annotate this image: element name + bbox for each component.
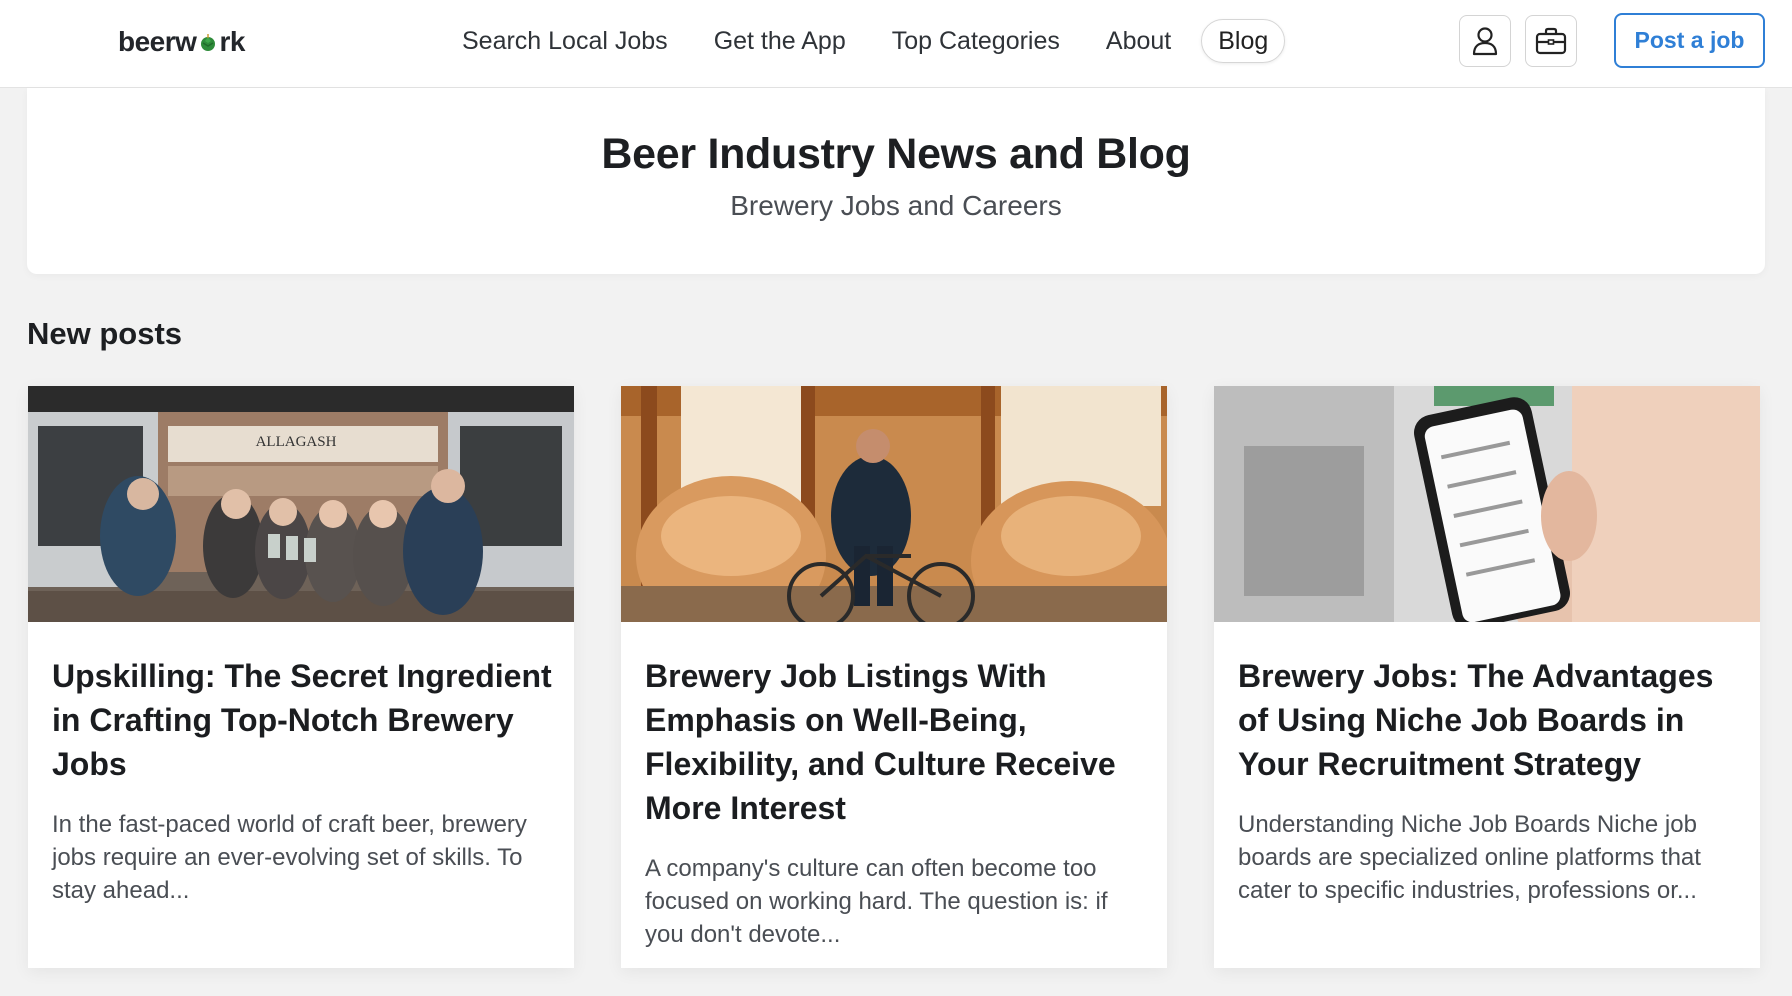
- nav-about[interactable]: About: [1106, 18, 1171, 64]
- blog-hero: Beer Industry News and Blog Brewery Jobs…: [27, 88, 1765, 274]
- account-button[interactable]: [1459, 15, 1511, 67]
- top-navigation-bar: beerw rk Search Local Jobs Get the App T…: [0, 0, 1792, 88]
- jobs-button[interactable]: [1525, 15, 1577, 67]
- allagash-sign: ALLAGASH: [256, 434, 337, 450]
- hop-icon: [201, 34, 216, 51]
- new-posts-heading: New posts: [27, 316, 183, 351]
- user-icon: [1472, 27, 1498, 56]
- post-card[interactable]: Brewery Jobs: The Advantages of Using Ni…: [1214, 386, 1760, 968]
- post-title[interactable]: Brewery Jobs: The Advantages of Using Ni…: [1238, 654, 1738, 786]
- nav-search-local-jobs[interactable]: Search Local Jobs: [462, 18, 668, 64]
- post-excerpt: Understanding Niche Job Boards Niche job…: [1238, 811, 1701, 904]
- post-image-brewery-crew[interactable]: ALLAGASH: [28, 386, 574, 622]
- page-subtitle: Brewery Jobs and Careers: [730, 190, 1062, 221]
- logo-text-start: beerw: [118, 26, 197, 57]
- logo-text-end: rk: [219, 26, 245, 57]
- post-title[interactable]: Upskilling: The Secret Ingredient in Cra…: [52, 654, 552, 786]
- nav-top-categories[interactable]: Top Categories: [892, 18, 1060, 64]
- post-excerpt: A company's culture can often become too…: [645, 855, 1108, 948]
- post-excerpt: In the fast-paced world of craft beer, b…: [52, 811, 527, 904]
- briefcase-icon: [1535, 27, 1567, 55]
- post-card[interactable]: Brewery Job Listings With Emphasis on We…: [621, 386, 1167, 968]
- post-image-brewer-bicycle[interactable]: [621, 386, 1167, 622]
- post-image-phone-job-app[interactable]: [1214, 386, 1760, 622]
- post-title[interactable]: Brewery Job Listings With Emphasis on We…: [645, 654, 1145, 830]
- post-card[interactable]: ALLAGASH Upskilling: The Secret Ingredie…: [28, 386, 574, 968]
- beerwork-logo[interactable]: beerw rk: [118, 26, 245, 58]
- post-a-job-button[interactable]: Post a job: [1614, 13, 1765, 68]
- nav-get-the-app[interactable]: Get the App: [714, 18, 846, 64]
- page-title: Beer Industry News and Blog: [601, 130, 1191, 178]
- nav-blog[interactable]: Blog: [1201, 19, 1286, 63]
- main-nav: Search Local Jobs Get the App Top Catego…: [462, 18, 1286, 64]
